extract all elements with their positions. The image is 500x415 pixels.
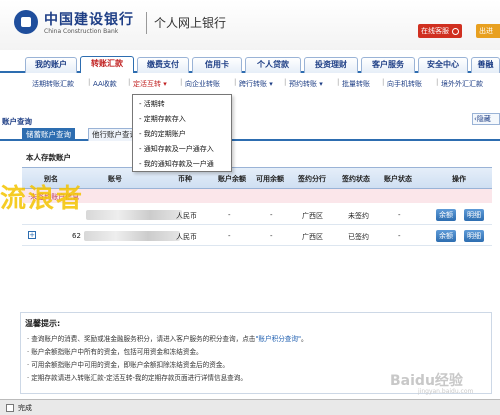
dropdown-item-notice-deposit[interactable]: - 通知存款及一户通存入 bbox=[133, 142, 231, 157]
tip-item: · 查询账户的消费、奖励或准金融服务积分，请进入客户服务的积分查询，点击"账户积… bbox=[27, 335, 308, 343]
bank-name: 中国建设银行 bbox=[44, 12, 134, 28]
subnav-to-mobile[interactable]: 向手机转账 bbox=[387, 79, 422, 89]
masked-account-number bbox=[84, 231, 180, 241]
col-branch: 签约分行 bbox=[298, 175, 326, 183]
col-currency: 币种 bbox=[178, 175, 192, 183]
baidu-watermark-url: jingyan.baidu.com bbox=[418, 388, 474, 395]
cell-sign-status: 已签约 bbox=[348, 233, 369, 241]
cell-sign-status: 未签约 bbox=[348, 212, 369, 220]
cell-account-status: - bbox=[398, 232, 401, 240]
tab-investment[interactable]: 投资理财 bbox=[304, 57, 358, 73]
balance-button[interactable]: 余额 bbox=[436, 230, 456, 242]
subnav-to-company[interactable]: 向企业转账 bbox=[185, 79, 220, 89]
sub-nav: 活期转账汇款 | AA收款 | 定活互转 ▾ | 向企业转账 | 跨行转账 ▾ … bbox=[32, 78, 483, 89]
dropdown-item-fixed-deposit[interactable]: - 定期存款存入 bbox=[133, 112, 231, 127]
ccb-logo-icon bbox=[14, 10, 38, 34]
tip-item: · 账户余额指账户中所有的资金，包括可用资金和冻结资金。 bbox=[27, 348, 203, 356]
detail-button[interactable]: 明细 bbox=[464, 230, 484, 242]
masked-account-number bbox=[86, 210, 182, 220]
dropdown-item-my-fixed-account[interactable]: - 我的定期账户 bbox=[133, 127, 231, 142]
header: 中国建设银行 China Construction Bank 个人网上银行 在线… bbox=[0, 0, 500, 50]
tab-personal-loan[interactable]: 个人贷款 bbox=[245, 57, 301, 73]
col-available: 可用余额 bbox=[256, 175, 284, 183]
subnav-fixed-current-transfer[interactable]: 定活互转 ▾ bbox=[133, 79, 167, 89]
page-icon bbox=[6, 404, 14, 412]
status-bar: 完成 bbox=[0, 399, 500, 415]
cell-branch: 广西区 bbox=[302, 233, 323, 241]
hide-button[interactable]: ‹隐藏 bbox=[472, 113, 500, 125]
subnav-scheduled[interactable]: 预约转账 ▾ bbox=[289, 79, 323, 89]
chevron-down-icon: ▾ bbox=[317, 80, 323, 88]
tab-savings-query[interactable]: 储蓄账户查询 bbox=[22, 128, 75, 141]
chevron-down-icon: ▾ bbox=[161, 80, 167, 88]
unsigned-note-row: ·未签约账户信息 bbox=[22, 189, 492, 203]
bank-name-en: China Construction Bank bbox=[44, 28, 119, 35]
tab-payment[interactable]: 缴费支付 bbox=[137, 57, 189, 73]
own-deposit-label: 本人存款账户 bbox=[26, 153, 71, 162]
col-account-status: 账户状态 bbox=[384, 175, 412, 183]
tab-shanrong[interactable]: 善融 bbox=[471, 57, 500, 73]
table-row: + 62 人民币 - - 广西区 已签约 - 余额 明细 bbox=[22, 226, 492, 246]
status-text: 完成 bbox=[18, 404, 32, 412]
expand-icon[interactable]: + bbox=[28, 231, 36, 239]
points-query-link[interactable]: "账户积分查询" bbox=[255, 335, 301, 343]
cell-available: - bbox=[270, 211, 273, 219]
exit-button[interactable]: 出进 bbox=[476, 24, 500, 38]
tab-customer-service[interactable]: 客户服务 bbox=[361, 57, 415, 73]
table-header: 别名 账号 币种 账户余额 可用余额 签约分行 签约状态 账户状态 操作 bbox=[22, 167, 492, 189]
chevron-down-icon: ▾ bbox=[267, 80, 273, 88]
table-row: 人民币 - - 广西区 未签约 - 余额 明细 bbox=[22, 205, 492, 225]
online-service-label: 在线客服 bbox=[421, 27, 449, 35]
dropdown-item-current-transfer[interactable]: - 活期转 bbox=[133, 97, 231, 112]
tab-my-account[interactable]: 我的账户 bbox=[25, 57, 77, 73]
tab-credit-card[interactable]: 信用卡 bbox=[192, 57, 242, 73]
tip-item: · 定期存款请进入转账汇款-定活互转-我的定期存款页面进行详情信息查询。 bbox=[27, 374, 247, 382]
cell-currency: 人民币 bbox=[176, 212, 197, 220]
cell-currency: 人民币 bbox=[176, 233, 197, 241]
subnav-batch[interactable]: 批量转账 bbox=[342, 79, 370, 89]
subnav-overseas[interactable]: 境外外汇汇款 bbox=[441, 79, 483, 89]
cell-branch: 广西区 bbox=[302, 212, 323, 220]
query-tabs: 储蓄账户查询 他行账户查询 bbox=[0, 127, 500, 141]
col-balance: 账户余额 bbox=[218, 175, 246, 183]
fixed-current-dropdown: - 活期转 - 定期存款存入 - 我的定期账户 - 通知存款及一户通存入 - 我… bbox=[132, 94, 232, 172]
cell-balance: - bbox=[228, 211, 231, 219]
detail-button[interactable]: 明细 bbox=[464, 209, 484, 221]
online-service-button[interactable]: 在线客服 bbox=[418, 24, 463, 38]
headset-icon bbox=[452, 27, 460, 35]
section-title: 账户查询 bbox=[2, 117, 32, 126]
baidu-watermark: Baidu经验 bbox=[390, 373, 463, 389]
cell-account-prefix: 62 bbox=[72, 232, 81, 240]
col-actions: 操作 bbox=[452, 175, 466, 183]
cell-available: - bbox=[270, 232, 273, 240]
header-divider bbox=[146, 12, 147, 34]
col-account: 账号 bbox=[108, 175, 122, 183]
balance-button[interactable]: 余额 bbox=[436, 209, 456, 221]
col-sign-status: 签约状态 bbox=[342, 175, 370, 183]
tab-transfer[interactable]: 转账汇款 bbox=[80, 56, 134, 73]
subnav-aa-collect[interactable]: AA收款 bbox=[93, 79, 117, 89]
tips-title: 温馨提示: bbox=[25, 319, 61, 328]
subnav-current-transfer[interactable]: 活期转账汇款 bbox=[32, 79, 74, 89]
subnav-interbank[interactable]: 跨行转账 ▾ bbox=[239, 79, 273, 89]
cell-balance: - bbox=[228, 232, 231, 240]
cell-account-status: - bbox=[398, 211, 401, 219]
page-title: 个人网上银行 bbox=[154, 16, 227, 30]
watermark-text: 流浪者 bbox=[0, 184, 85, 214]
tab-security[interactable]: 安全中心 bbox=[418, 57, 468, 73]
tip-item: · 可用余额指账户中可用的资金，即账户余额扣除冻结资金后的资金。 bbox=[27, 361, 230, 369]
main-nav: 我的账户 转账汇款 缴费支付 信用卡 个人贷款 投资理财 客户服务 安全中心 善… bbox=[0, 53, 500, 73]
dropdown-item-my-notice-deposit[interactable]: - 我的通知存款及一户通 bbox=[133, 157, 231, 172]
